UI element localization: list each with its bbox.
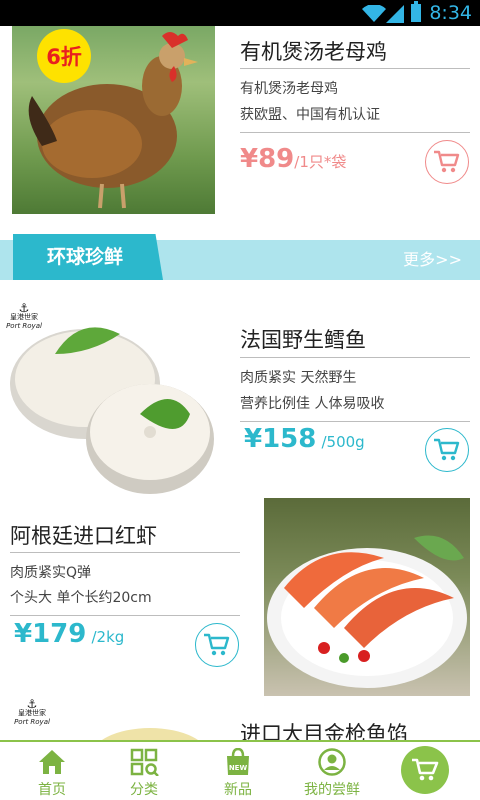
nav-item-new[interactable]: NEW 新品 <box>198 742 278 800</box>
cart-icon <box>412 758 439 781</box>
nav-item-my-taste[interactable]: 我的尝鲜 <box>292 742 372 800</box>
bottom-nav: 首页 分类 NEW 新品 我的尝鲜 <box>0 740 480 800</box>
product-title[interactable]: 法国野生鳕鱼 <box>240 324 366 354</box>
cart-icon <box>204 633 230 656</box>
battery-icon <box>411 1 421 22</box>
nav-item-home[interactable]: 首页 <box>12 742 92 800</box>
nav-label: 首页 <box>38 782 66 798</box>
price-symbol: ¥ <box>14 619 33 649</box>
status-time: 8:34 <box>429 2 472 24</box>
logo-mark: ⚓ <box>26 697 38 711</box>
price-unit: /2kg <box>91 628 125 646</box>
title-divider <box>240 357 470 358</box>
cart-icon <box>434 438 460 461</box>
cart-icon <box>434 150 460 173</box>
desc-divider <box>240 421 470 422</box>
product-desc-1: 肉质紧实Q弹 <box>10 565 92 581</box>
product-image-shrimp[interactable] <box>264 498 470 696</box>
logo-mark: ⚓ <box>18 301 30 315</box>
brand-logo: ⚓ 皇港世家 Port Royal <box>10 697 54 727</box>
price-value: 89 <box>258 144 295 174</box>
product-title[interactable]: 有机煲汤老母鸡 <box>240 36 387 66</box>
logo-cn: 皇港世家 <box>18 709 46 717</box>
wifi-icon <box>362 5 386 22</box>
product-desc-2: 获欧盟、中国有机认证 <box>240 107 380 123</box>
price-symbol: ¥ <box>244 424 263 454</box>
logo-cn: 皇港世家 <box>10 313 38 321</box>
status-bar: 8:34 <box>0 0 480 26</box>
add-to-cart-button[interactable] <box>425 140 469 184</box>
product-desc-1: 肉质紧实 天然野生 <box>240 370 357 386</box>
product-title[interactable]: 阿根廷进口红虾 <box>10 520 157 550</box>
nav-item-category[interactable]: 分类 <box>104 742 184 800</box>
title-divider <box>240 68 470 69</box>
product-desc-2: 营养比例佳 人体易吸收 <box>240 396 385 412</box>
more-link[interactable]: 更多>> <box>403 240 462 280</box>
cart-button[interactable] <box>401 746 449 794</box>
new-bag-icon: NEW <box>227 748 249 775</box>
desc-divider <box>10 615 240 616</box>
product-desc-2: 个头大 单个长约20cm <box>10 590 152 606</box>
add-to-cart-button[interactable] <box>425 428 469 472</box>
title-divider <box>10 552 240 553</box>
nav-label: 分类 <box>130 782 158 798</box>
price-value: 158 <box>262 424 317 454</box>
section-title: 环球珍鲜 <box>46 246 123 268</box>
price-value: 179 <box>32 619 87 649</box>
price-unit: /500g <box>321 433 365 451</box>
price-symbol: ¥ <box>240 144 259 174</box>
nav-label: 我的尝鲜 <box>304 782 360 798</box>
discount-badge: 6折 <box>37 29 91 83</box>
brand-logo: ⚓ 皇港世家 Port Royal <box>2 301 46 331</box>
desc-divider <box>240 132 470 133</box>
logo-en: Port Royal <box>14 718 50 726</box>
product-title[interactable]: 进口大目金枪鱼馅 <box>240 718 408 740</box>
product-list[interactable]: 6折 有机煲汤老母鸡 有机煲汤老母鸡 获欧盟、中国有机认证 ¥89/1只*袋 环… <box>0 26 480 740</box>
svg-text:NEW: NEW <box>229 764 248 772</box>
price-unit: /1只*袋 <box>294 153 347 171</box>
user-icon <box>318 748 346 776</box>
signal-icon <box>386 5 404 23</box>
product-price: ¥179 /2kg <box>14 619 124 649</box>
product-price: ¥158 /500g <box>244 424 365 454</box>
product-desc-1: 有机煲汤老母鸡 <box>240 81 338 97</box>
add-to-cart-button[interactable] <box>195 623 239 667</box>
product-price: ¥89/1只*袋 <box>240 144 346 174</box>
logo-en: Port Royal <box>6 322 42 330</box>
home-icon <box>39 750 65 774</box>
category-icon <box>130 748 159 776</box>
nav-label: 新品 <box>224 782 252 798</box>
